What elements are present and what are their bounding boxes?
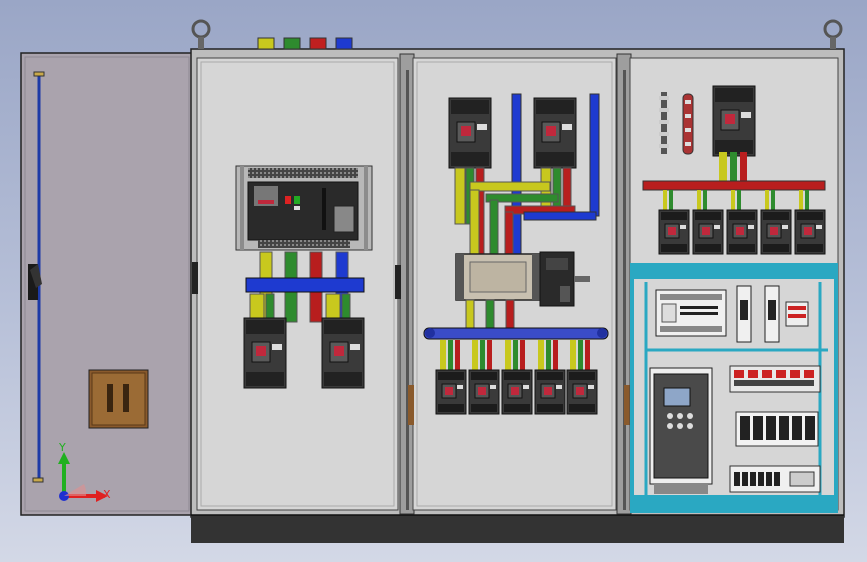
- contactor-rail: [729, 365, 821, 393]
- control-mccb-4[interactable]: [760, 209, 792, 255]
- mccb-row-2[interactable]: [468, 369, 500, 415]
- hinge: [395, 265, 401, 299]
- power-supply-1: [736, 285, 752, 343]
- mccb-row-1[interactable]: [435, 369, 467, 415]
- terminal-block: [729, 465, 821, 493]
- fuse-block: [785, 301, 809, 327]
- plc[interactable]: [655, 289, 727, 337]
- section-control[interactable]: [629, 57, 839, 513]
- lifting-eye-left: [191, 19, 211, 49]
- axis-y-label: Y: [58, 441, 66, 454]
- current-transformer-bank: [455, 253, 541, 301]
- control-mccb-3[interactable]: [726, 209, 758, 255]
- feeder-breaker-left[interactable]: [243, 317, 287, 389]
- variable-frequency-drive[interactable]: [649, 367, 713, 494]
- control-mccb-5[interactable]: [794, 209, 826, 255]
- control-main-mccb[interactable]: [712, 85, 756, 157]
- relay-rail: [735, 411, 819, 447]
- air-circuit-breaker[interactable]: [235, 165, 373, 251]
- cabinet-plinth: [191, 515, 844, 543]
- feeder-breaker-right[interactable]: [321, 317, 365, 389]
- axis-x-label: X: [103, 488, 111, 501]
- mccb-top-left[interactable]: [448, 97, 492, 169]
- section-incoming[interactable]: [192, 57, 401, 511]
- lifting-eye-right: [823, 19, 843, 49]
- busbar-top-markers: [257, 37, 353, 50]
- hinge: [192, 262, 198, 294]
- mccb-row-4[interactable]: [534, 369, 566, 415]
- power-supply-2: [764, 285, 780, 343]
- control-mccb-2[interactable]: [692, 209, 724, 255]
- mccb-top-right[interactable]: [533, 97, 577, 169]
- control-mccb-1[interactable]: [658, 209, 690, 255]
- latch: [408, 385, 414, 425]
- mccb-row-5[interactable]: [566, 369, 598, 415]
- cabinet-door[interactable]: [20, 52, 194, 516]
- latch: [624, 385, 630, 425]
- section-distribution[interactable]: [408, 57, 630, 511]
- cad-viewport[interactable]: Y X: [0, 0, 867, 562]
- door-handle[interactable]: [88, 369, 149, 429]
- mccb-row-3[interactable]: [501, 369, 533, 415]
